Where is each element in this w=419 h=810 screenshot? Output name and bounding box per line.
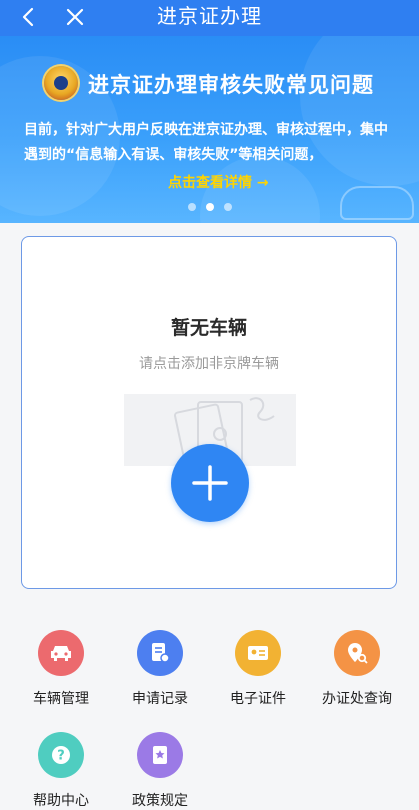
service-label: 车辆管理 bbox=[33, 691, 89, 707]
location-search-icon bbox=[334, 630, 380, 676]
carousel-indicator bbox=[0, 203, 419, 211]
page-title: 进京证办理 bbox=[157, 4, 262, 28]
service-office-lookup[interactable]: 办证处查询 bbox=[307, 630, 407, 708]
plus-icon bbox=[192, 465, 228, 501]
banner-title: 进京证办理审核失败常见问题 bbox=[88, 73, 374, 97]
service-policy-regulations[interactable]: 政策规定 bbox=[110, 732, 210, 810]
empty-vehicle-title: 暂无车辆 bbox=[170, 317, 247, 339]
service-label: 政策规定 bbox=[132, 793, 188, 809]
service-application-records[interactable]: 申请记录 bbox=[110, 630, 210, 708]
police-emblem-icon bbox=[44, 66, 78, 100]
service-electronic-certificate[interactable]: 电子证件 bbox=[208, 630, 308, 708]
empty-vehicle-hint: 请点击添加非京牌车辆 bbox=[139, 356, 279, 372]
carousel-dot[interactable] bbox=[223, 203, 232, 211]
policy-book-icon bbox=[137, 732, 183, 778]
svg-text:?: ? bbox=[57, 749, 65, 764]
carousel-dot[interactable] bbox=[187, 203, 196, 211]
announcement-banner[interactable]: 进京证办理审核失败常见问题 目前，针对广大用户反映在进京证办理、审核过程中，集中… bbox=[0, 36, 419, 223]
banner-description: 目前，针对广大用户反映在进京证办理、审核过程中，集中遇到的“信息输入有误、审核失… bbox=[24, 122, 388, 163]
service-vehicle-management[interactable]: 车辆管理 bbox=[11, 630, 111, 708]
record-icon bbox=[137, 630, 183, 676]
service-label: 办证处查询 bbox=[322, 691, 392, 707]
service-label: 电子证件 bbox=[230, 691, 286, 707]
add-vehicle-button[interactable] bbox=[171, 444, 249, 522]
service-help-center[interactable]: ? 帮助中心 bbox=[11, 732, 111, 810]
carousel-dot-active[interactable] bbox=[205, 203, 214, 211]
car-icon bbox=[38, 630, 84, 676]
service-label: 帮助中心 bbox=[33, 793, 89, 809]
help-icon: ? bbox=[38, 732, 84, 778]
vehicle-card: 暂无车辆 请点击添加非京牌车辆 bbox=[21, 236, 397, 589]
top-bar: 进京证办理 bbox=[0, 0, 419, 36]
banner-more-link[interactable]: 点击查看详情 → bbox=[168, 172, 269, 192]
id-card-icon bbox=[235, 630, 281, 676]
service-label: 申请记录 bbox=[132, 691, 188, 707]
